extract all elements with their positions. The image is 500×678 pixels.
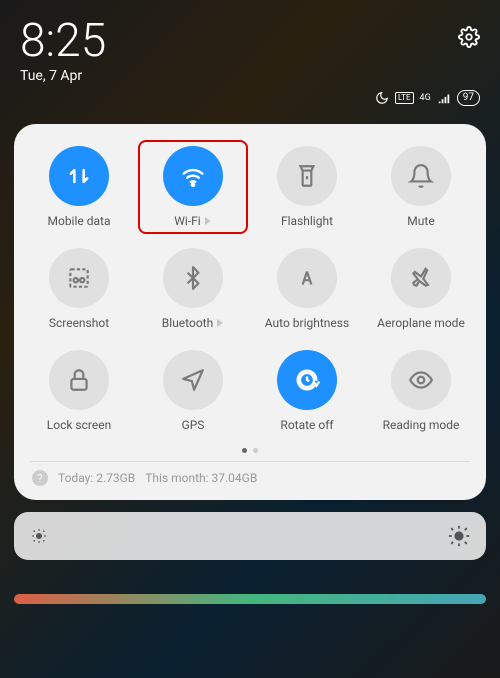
gps-tile[interactable]: GPS <box>138 344 248 438</box>
mute-icon <box>391 146 451 206</box>
screenshot-icon <box>49 248 109 308</box>
wifi-icon <box>163 146 223 206</box>
aeroplane-tile[interactable]: Aeroplane mode <box>366 242 476 336</box>
reading-mode-tile[interactable]: Reading mode <box>366 344 476 438</box>
reading-mode-label: Reading mode <box>383 418 460 432</box>
rotate-off-icon <box>277 350 337 410</box>
flashlight-icon <box>277 146 337 206</box>
rotate-off-label: Rotate off <box>280 418 333 432</box>
brightness-high-icon <box>448 525 470 547</box>
auto-brightness-tile[interactable]: Auto brightness <box>252 242 362 336</box>
lock-screen-label: Lock screen <box>47 418 111 432</box>
network-4g-label: 4G <box>420 93 431 103</box>
background-decoration <box>14 594 486 604</box>
expand-icon <box>205 217 211 225</box>
date-label: Tue, 7 Apr <box>20 68 480 84</box>
signal-icon <box>437 91 451 105</box>
bluetooth-icon <box>163 248 223 308</box>
bluetooth-label: Bluetooth <box>162 316 224 330</box>
page-dot-2 <box>253 448 258 453</box>
bluetooth-tile[interactable]: Bluetooth <box>138 242 248 336</box>
volte-badge: LTE <box>395 92 414 104</box>
auto-brightness-icon <box>277 248 337 308</box>
flashlight-tile[interactable]: Flashlight <box>252 140 362 234</box>
mobile-data-tile[interactable]: Mobile data <box>24 140 134 234</box>
brightness-slider[interactable] <box>14 512 486 560</box>
expand-icon <box>217 319 223 327</box>
page-indicator[interactable] <box>24 448 476 453</box>
battery-indicator: 97 <box>457 90 480 106</box>
mute-tile[interactable]: Mute <box>366 140 476 234</box>
status-bar-icons: LTE 4G 97 <box>20 90 480 106</box>
gps-icon <box>163 350 223 410</box>
brightness-low-icon <box>30 527 48 545</box>
help-icon: ? <box>32 470 48 486</box>
mobile-data-label: Mobile data <box>48 214 111 228</box>
flashlight-label: Flashlight <box>281 214 333 228</box>
wifi-label: Wi-Fi <box>174 214 211 228</box>
dnd-moon-icon <box>375 91 389 105</box>
lock-screen-tile[interactable]: Lock screen <box>24 344 134 438</box>
aeroplane-icon <box>391 248 451 308</box>
wifi-tile[interactable]: Wi-Fi <box>138 140 248 234</box>
usage-today: Today: 2.73GB <box>58 471 135 485</box>
reading-mode-icon <box>391 350 451 410</box>
gps-label: GPS <box>182 418 205 432</box>
auto-brightness-label: Auto brightness <box>265 316 349 330</box>
aeroplane-label: Aeroplane mode <box>377 316 465 330</box>
gear-icon <box>458 26 480 48</box>
rotate-off-tile[interactable]: Rotate off <box>252 344 362 438</box>
page-dot-1 <box>242 448 247 453</box>
clock-time: 8:25 <box>20 18 106 64</box>
quick-settings-panel: Mobile data Wi-Fi Flashlight Mute Screenshot… <box>14 124 486 500</box>
mobile-data-icon <box>49 146 109 206</box>
lock-screen-icon <box>49 350 109 410</box>
settings-button[interactable] <box>458 26 480 52</box>
usage-month: This month: 37.04GB <box>145 471 257 485</box>
mute-label: Mute <box>407 214 434 228</box>
screenshot-tile[interactable]: Screenshot <box>24 242 134 336</box>
screenshot-label: Screenshot <box>49 316 109 330</box>
data-usage-row[interactable]: ? Today: 2.73GB This month: 37.04GB <box>24 462 476 490</box>
